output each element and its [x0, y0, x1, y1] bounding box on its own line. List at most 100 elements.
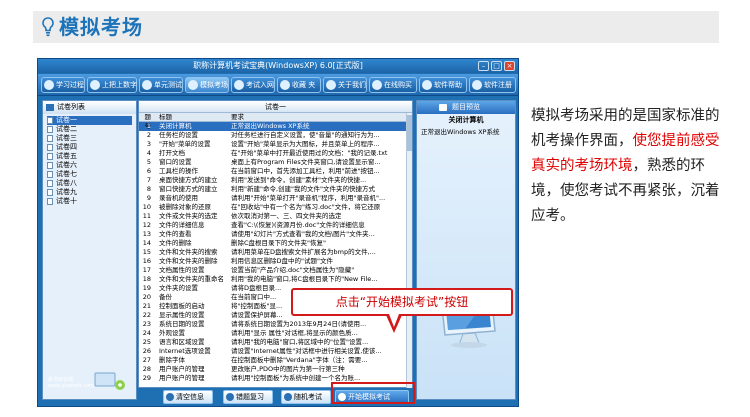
table-row[interactable]: 15 文件和文件夹的搜索 请利用菜单在D盘搜索文件扩展名为bmp的文件,...: [139, 248, 412, 257]
list-item[interactable]: 试卷八: [47, 179, 132, 188]
help-icon: [422, 80, 432, 90]
document-icon: [47, 126, 53, 133]
lightbulb-icon: [42, 17, 54, 37]
question-requirement: 请利用"显示 属性"对话框,将显示的颜色质...: [231, 329, 358, 337]
toolbar-button[interactable]: 单元测试: [139, 77, 183, 93]
table-row[interactable]: 26 Internet选项设置 请设置"Internet属性"对话框中进行相关设置,…: [139, 347, 412, 356]
close-icon[interactable]: ×: [504, 61, 515, 71]
toolbar-button[interactable]: 关于我们: [323, 77, 367, 93]
table-row[interactable]: 23 系统日期的设置 请将系统日期设置为2013年9月24日(请使用...: [139, 320, 412, 329]
question-number: 6: [146, 167, 151, 175]
table-row[interactable]: 6 工具栏的操作 在当前窗口中，首先添加工具栏，利用"前进"按钮...: [139, 167, 412, 176]
question-number: 28: [142, 365, 151, 373]
list-item[interactable]: 试卷七: [47, 170, 132, 179]
table-row[interactable]: 17 文档属性的设置 设置当前"产品介绍.doc"文档属性为"隐藏": [139, 266, 412, 275]
question-number: 14: [142, 239, 151, 247]
list-item[interactable]: 试卷六: [47, 161, 132, 170]
table-row[interactable]: 2 任务栏的设置 对任务栏进行自定义设置，使"音量"的通知行为为...: [139, 131, 412, 140]
toolbar-button[interactable]: 收藏 夹: [277, 77, 321, 93]
question-requirement: 请利用菜单在D盘搜索文件扩展名为bmp的文件,...: [231, 248, 376, 256]
question-title: 删除字体: [159, 356, 185, 364]
review-icon: [226, 393, 234, 401]
question-title: 备份: [159, 293, 172, 301]
question-title: 任务栏的设置: [159, 131, 198, 139]
table-row[interactable]: 24 外观设置 请利用"显示 属性"对话框,将显示的颜色质...: [139, 329, 412, 338]
preview-icon: [439, 104, 447, 111]
question-number: 11: [142, 212, 151, 220]
table-row[interactable]: 16 文件和文件夹的删除 利用信息区删除D盘中的"试题"文件: [139, 257, 412, 266]
toolbar-button[interactable]: 软件注册: [469, 77, 516, 93]
table-row[interactable]: 7 桌面快捷方式的建立 利用"发送到"命令，创建"素材"文件夹的快捷...: [139, 176, 412, 185]
question-title: 窗口快捷方式的建立: [159, 185, 218, 193]
toolbar-button[interactable]: 软件帮助: [419, 77, 467, 93]
list-item[interactable]: 试卷九: [47, 188, 132, 197]
scrollbar[interactable]: [406, 113, 412, 388]
list-item[interactable]: 试卷四: [47, 143, 132, 152]
random-exam-button[interactable]: 随机考试: [281, 390, 331, 404]
table-row[interactable]: 8 窗口快捷方式的建立 利用"新建"命令,创建"我的文件"文件夹的快捷方式: [139, 185, 412, 194]
question-title: 被删除对象的还原: [159, 203, 211, 211]
toolbar-button[interactable]: 考试入网: [231, 77, 275, 93]
table-row[interactable]: 18 文件和文件夹的重命名 利用"我的电脑"窗口,将C盘根目录下的"New File…: [139, 275, 412, 284]
question-number: 8: [146, 185, 151, 193]
question-title: 桌面快捷方式的建立: [159, 176, 218, 184]
computer-logo-icon: [94, 372, 125, 390]
table-row[interactable]: 28 用户账户的管理 更改账户,PDO中的图片为第一行第三种: [139, 365, 412, 374]
table-row[interactable]: 10 被删除对象的还原 在"回收站"中有一个名为"练习.doc"文件，将它还原: [139, 203, 412, 212]
paper-list-panel: 试卷列表 试卷一 试卷二 试卷三 试卷四 试卷五 试卷六 试卷七 试卷八 试卷九…: [42, 100, 137, 400]
star-icon: [280, 80, 290, 90]
toolbar-button-active[interactable]: 模拟考场: [185, 77, 229, 93]
column-header: 题号: [144, 113, 152, 130]
paper-title: 试卷一: [139, 101, 412, 113]
question-number: 15: [142, 248, 151, 256]
document-icon: [47, 171, 53, 178]
table-row[interactable]: 9 录音机的使用 请利用"开始"菜单打开"录音机"程序，利用"录音机"...: [139, 194, 412, 203]
scrollbar-thumb[interactable]: [407, 115, 412, 151]
app-window-screenshot: 职称计算机考试宝典(WindowsXP) 6.0[正式版] – □ × 学习过程…: [37, 58, 519, 407]
table-header: 题号 标题 要求: [139, 113, 412, 130]
table-row[interactable]: 1 关闭计算机 正常退出Windows XP系统: [139, 122, 412, 131]
callout-bubble: 点击“开始模拟考试”按钮: [291, 288, 513, 316]
list-item[interactable]: 试卷五: [47, 152, 132, 161]
table-row[interactable]: 5 窗口的设置 桌面上有Program Files文件夹窗口,请设置显示窗...: [139, 158, 412, 167]
question-requirement: 对任务栏进行自定义设置，使"音量"的通知行为为...: [231, 131, 380, 139]
table-row[interactable]: 13 文件的查看 请使用"幻灯片"方式查看"我的文档\图片"文件夹...: [139, 230, 412, 239]
review-errors-button[interactable]: 错题复习: [223, 390, 273, 404]
question-number: 3: [146, 140, 151, 148]
question-requirement: 正常退出Windows XP系统: [231, 122, 310, 130]
question-title: 文件和文件夹的重命名: [159, 275, 224, 283]
table-row[interactable]: 11 文件或文件夹的选定 依次取消对第一、三、四文件夹的选定: [139, 212, 412, 221]
table-row[interactable]: 25 语言和区域设置 请利用"我的电脑"窗口,将区域中的"位置"设置...: [139, 338, 412, 347]
question-title: 语言和区域设置: [159, 338, 205, 346]
clear-info-button[interactable]: 清空信息: [163, 390, 213, 404]
maximize-icon[interactable]: □: [491, 61, 502, 71]
table-row[interactable]: 27 删除字体 在控制面板中删除"Verdana"字体（注：需要...: [139, 356, 412, 365]
list-item[interactable]: 试卷二: [47, 125, 132, 134]
minimize-icon[interactable]: –: [478, 61, 489, 71]
table-row[interactable]: 4 打开文档 在"开始"菜单中打开最近使用过的文档："我的记录.txt: [139, 149, 412, 158]
question-title: 文件和文件夹的删除: [159, 257, 218, 265]
section-header: 模拟考场: [33, 11, 719, 43]
question-requirement: 删除C盘根目录下的文件夹"恢复": [231, 239, 327, 247]
question-title: 控制面板的启动: [159, 302, 205, 310]
section-title: 模拟考场: [59, 15, 143, 39]
question-number: 17: [142, 266, 151, 274]
toolbar-button[interactable]: 学习过程: [41, 77, 85, 93]
info-panel-header: 题目预览: [417, 101, 515, 114]
toolbar-button[interactable]: 上把上数字: [87, 77, 137, 93]
table-row[interactable]: 14 文件的删除 删除C盘根目录下的文件夹"恢复": [139, 239, 412, 248]
question-panel: 试卷一 题号 标题 要求 1 关闭计算机 正常退出Windows XP系统 2 任务栏的…: [138, 100, 413, 388]
paper-list-header: 试卷列表: [43, 101, 136, 114]
list-item[interactable]: 试卷一: [47, 116, 132, 125]
question-title: 文件的详细信息: [159, 221, 205, 229]
callout-text: 点击“开始模拟考试”按钮: [335, 295, 469, 309]
document-icon: [47, 198, 53, 205]
list-item[interactable]: 试卷三: [47, 134, 132, 143]
toolbar-button[interactable]: 在线购买: [369, 77, 417, 93]
question-number: 13: [142, 230, 151, 238]
table-row[interactable]: 12 文件的详细信息 查看"C:\(恢复)(资源月份.doc"文件的详细信息: [139, 221, 412, 230]
question-number: 29: [142, 374, 151, 382]
study-icon: [44, 80, 54, 90]
list-item[interactable]: 试卷十: [47, 197, 132, 206]
table-row[interactable]: 3 "开始"菜单的设置 设置"开始"菜单显示为大图标，并且菜单上的程序...: [139, 140, 412, 149]
